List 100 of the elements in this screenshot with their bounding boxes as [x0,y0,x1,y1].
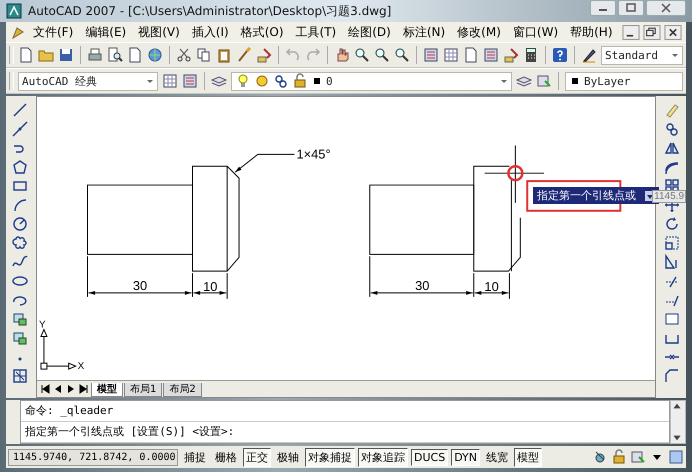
close-button[interactable] [664,24,682,40]
clipboard-icon[interactable] [216,47,232,63]
workspace-dropdown[interactable]: AutoCAD 经典 [18,72,158,90]
status-toggle[interactable]: 正交 [243,448,271,466]
rotate-icon[interactable] [664,216,680,232]
minimize-button[interactable] [622,24,640,40]
menu-item[interactable]: 工具(T) [290,24,342,40]
cloud-icon[interactable] [12,235,28,251]
new-file-icon[interactable] [18,47,34,63]
page-icon[interactable] [127,47,143,63]
scissors-icon[interactable] [176,47,192,63]
clean-screen-icon[interactable] [668,449,684,465]
layout-tab[interactable]: 模型 [91,383,123,397]
text-style-icon[interactable] [581,47,597,63]
scroll-down-icon[interactable] [671,433,683,443]
chamfer-note: 1×45° [296,146,331,162]
markup-icon[interactable] [503,47,519,63]
layer-dropdown[interactable]: 0 [231,72,512,90]
help-icon[interactable] [552,47,568,63]
lock-icon[interactable] [611,449,627,465]
status-toggle[interactable]: DUCS [411,448,448,466]
status-toggle[interactable]: 对象捕捉 [305,448,355,466]
status-toggle[interactable]: 线宽 [483,448,512,466]
page-icon[interactable] [463,47,479,63]
status-toggle[interactable]: 捕捉 [181,448,209,466]
make-block-icon[interactable] [12,330,28,346]
menu-item[interactable]: 文件(F) [28,24,78,40]
app-logo-icon [6,3,22,19]
calculator-icon[interactable] [523,47,539,63]
coordinate-tooltip: 1145.9 [652,190,686,203]
dropdown-arrow-icon[interactable] [671,51,679,59]
menu-item[interactable]: 编辑(E) [80,24,132,40]
menu-item[interactable]: 绘图(D) [343,24,396,40]
status-toggle[interactable]: DYN [451,448,480,466]
command-line-text: 指定第一个引线点或 [设置(S)] <设置>: [21,422,669,443]
hatch-icon[interactable] [12,368,28,384]
zoom-previous-icon[interactable] [394,47,410,63]
restore-button[interactable] [643,24,661,40]
dropdown-arrow-icon[interactable] [500,77,508,85]
dimension-text: 30 [132,278,148,293]
print-preview-icon[interactable] [107,47,123,63]
drawing-canvas[interactable]: 30 10 1×45° 30 10 Y X 指定第一个引线点或 模型 布局1 布局2 [36,96,656,398]
coordinates-display: 1145.9740, 721.8742, 0.0000 [8,448,178,466]
layout-tab[interactable]: 布局2 [163,383,202,397]
dimension-text: 30 [415,278,430,293]
chamfer-icon[interactable] [664,368,680,384]
globe-icon[interactable] [147,47,163,63]
lock-icon [292,73,308,89]
menu-item[interactable]: 帮助(H) [565,24,618,40]
printer-icon[interactable] [87,47,103,63]
mirror-icon[interactable] [664,140,680,156]
arc-icon[interactable] [12,197,28,213]
axis-label: X [78,361,84,372]
color-dropdown[interactable]: ByLayer [565,72,683,90]
palette-icon[interactable] [483,47,499,63]
menu-item[interactable]: 窗口(W) [508,24,564,40]
construction-line-icon[interactable] [12,121,28,137]
sun-icon [254,73,270,89]
window-title: AutoCAD 2007 - [C:\Users\Administrator\Desktop\习题3.dwg] [28,2,392,20]
brush-icon[interactable] [236,47,252,63]
axis-label: Y [38,320,46,331]
scroll-up-icon[interactable] [671,401,683,411]
menu-item[interactable]: 格式(O) [236,24,289,40]
command-line-text: 命令: _qleader [21,401,669,422]
copy-object-icon[interactable] [664,121,680,137]
grid-icon[interactable] [443,47,459,63]
status-toggle[interactable]: 栅格 [212,448,240,466]
scale-icon[interactable] [664,235,680,251]
viewport-icon [273,73,289,89]
circle-icon[interactable] [12,216,28,232]
close-button[interactable] [646,0,686,16]
menu-item[interactable]: 标注(N) [398,24,450,40]
menu-item[interactable]: 修改(M) [452,24,506,40]
polygon-icon[interactable] [12,159,28,175]
first-tab-icon[interactable] [39,383,51,395]
last-tab-icon[interactable] [78,383,90,395]
zoom-icon[interactable] [354,47,370,63]
dimension-text: 10 [203,278,218,294]
copy-icon[interactable] [196,47,212,63]
dropdown-arrow-icon[interactable] [146,77,154,85]
zoom-window-icon[interactable] [374,47,390,63]
status-toggle[interactable]: 极轴 [274,448,302,466]
insert-block-icon[interactable] [12,311,28,327]
layer-previous-icon[interactable] [536,73,552,89]
layout-tab[interactable]: 布局1 [124,383,162,397]
block-editor-icon[interactable] [256,47,272,63]
status-toggle[interactable]: 对象追踪 [358,448,408,466]
minimize-button[interactable] [590,0,616,16]
status-toggle[interactable]: 模型 [514,448,542,466]
menu-item[interactable]: 插入(I) [186,24,234,40]
color-swatch-icon [569,75,581,87]
prompt-text: 指定第一个引线点或 [537,188,636,203]
properties-icon[interactable] [423,47,439,63]
toolbar-tray-icon[interactable] [630,449,646,465]
text-style-dropdown[interactable]: Standard [601,46,683,64]
scrollbar[interactable] [670,400,686,444]
color-swatch-icon [311,75,323,87]
menu-item[interactable]: 视图(V) [133,24,185,40]
line-icon[interactable] [12,102,28,118]
maximize-button[interactable] [618,0,644,16]
